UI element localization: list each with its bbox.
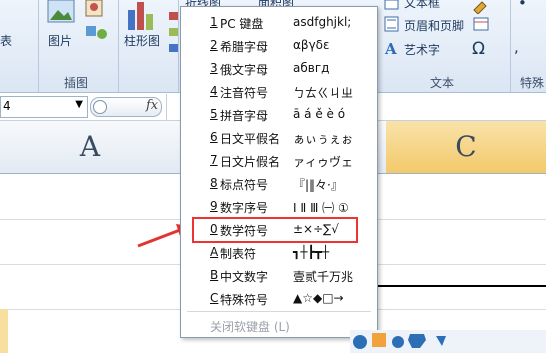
menu-item-russian[interactable]: 3 俄文字母 абвгд (189, 58, 371, 80)
ribbon-separator (178, 0, 179, 92)
menu-item-special-symbols[interactable]: C 特殊符号 ▲☆◆□→ (189, 288, 371, 310)
column-header-c[interactable]: C (386, 121, 546, 174)
signature-icon[interactable] (472, 0, 492, 14)
illustrations-group-label: 插图 (64, 76, 89, 90)
textbox-icon[interactable] (384, 0, 400, 10)
ribbon-separator (510, 0, 511, 92)
soft-keyboard-menu: 1 PC 键盘 asdfghjkl; 2 希腊字母 αβγδε 3 俄文字母 абвгд 4… (180, 6, 378, 338)
menu-item-pinyin[interactable]: 5 拼音字母 ā á ě è ó (189, 104, 371, 126)
menu-item-number-sequence[interactable]: 9 数字序号 Ⅰ Ⅱ Ⅲ ㈠ ① (189, 196, 371, 218)
menu-item-zhuyin[interactable]: 4 注音符号 ㄅㄊㄍㄐㄓ (189, 81, 371, 103)
menu-item-greek[interactable]: 2 希腊字母 αβγδε (189, 35, 371, 57)
menu-item-close-keyboard[interactable]: 关闭软键盘 (L) (189, 315, 371, 337)
header-footer-icon[interactable] (384, 16, 400, 32)
slider-handle[interactable] (93, 100, 107, 114)
ime-icon (353, 335, 367, 349)
name-box-value: 4 (3, 99, 11, 113)
name-box[interactable]: 4 ▼ (0, 96, 88, 118)
menu-divider (187, 311, 371, 312)
omega-icon[interactable]: Ω (472, 39, 485, 59)
ime-toolbar-icons (302, 330, 546, 353)
formula-separator (166, 94, 167, 120)
ribbon-separator (118, 0, 119, 92)
ribbon-left-partial[interactable]: 表 (0, 32, 12, 49)
menu-item-punctuation[interactable]: 8 标点符号 『|‖々·』 (189, 173, 371, 195)
menu-item-chinese-numerals[interactable]: B 中文数字 壹贰千万兆 (189, 265, 371, 287)
chevron-down-icon[interactable]: ▼ (75, 99, 83, 110)
column-chart-icon[interactable] (126, 0, 158, 30)
header-footer-button[interactable]: 页眉和页脚 (404, 17, 464, 34)
menu-item-box-drawing[interactable]: A 制表符 ┓┼┣┳┼ (189, 242, 371, 264)
ime-toolbar (302, 330, 546, 353)
date-icon[interactable] (472, 16, 492, 32)
ribbon-separator (38, 0, 39, 92)
special-group-label: 特殊 (520, 76, 545, 90)
fx-icon[interactable]: fx (146, 98, 158, 113)
ribbon-right-comma: , (514, 38, 519, 56)
text-group-label: 文本 (430, 76, 455, 90)
ribbon-right-dot: • (518, 0, 527, 12)
picture-icon[interactable] (46, 0, 76, 28)
svg-text:A: A (384, 40, 397, 56)
textbox-button[interactable]: 文本框 (404, 0, 440, 11)
wordart-icon[interactable]: A (384, 40, 400, 56)
menu-item-hiragana[interactable]: 6 日文平假名 ぁぃぅぇぉ (189, 127, 371, 149)
picture-button[interactable]: 图片 (48, 32, 72, 49)
menu-item-katakana[interactable]: 7 日文片假名 ァィゥヴェ (189, 150, 371, 172)
wordart-button[interactable]: 艺术字 (404, 41, 440, 58)
cell-selection-border (376, 285, 546, 287)
clipart-icon[interactable] (84, 0, 104, 18)
column-chart-button[interactable]: 柱形图 (124, 32, 160, 49)
row-header-selected[interactable] (0, 309, 8, 353)
shapes-icon[interactable] (84, 24, 110, 42)
menu-item-pc-keyboard[interactable]: 1 PC 键盘 asdfghjkl; (189, 12, 371, 34)
highlight-box (192, 217, 358, 243)
column-header-a[interactable]: A (0, 121, 181, 174)
